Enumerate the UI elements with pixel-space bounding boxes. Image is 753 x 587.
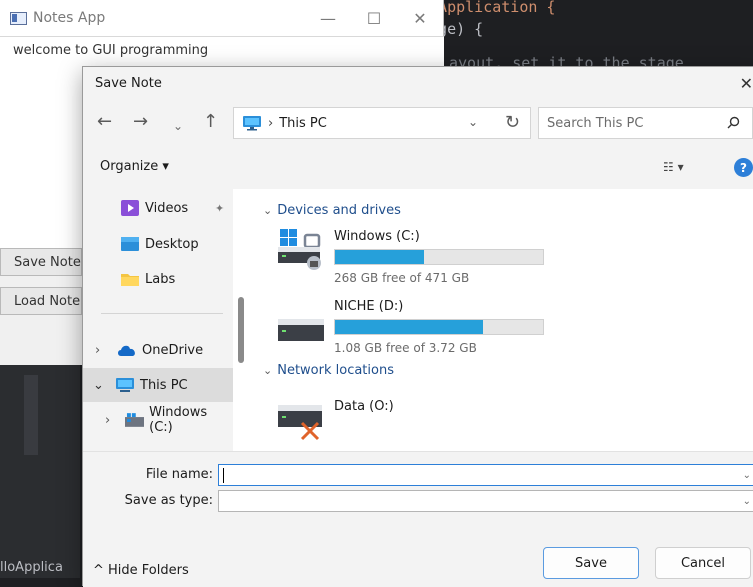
sidebar-item-label: Videos <box>145 200 189 216</box>
videos-folder-icon <box>121 200 139 216</box>
chevron-down-icon: ⌄ <box>263 364 273 377</box>
minimize-button[interactable]: — <box>305 0 351 36</box>
desktop-folder-icon <box>121 237 139 251</box>
maximize-button[interactable]: ☐ <box>351 0 397 36</box>
navigation-bar: ← → ⌄ ↑ › This PC ⌄ ↻ Search This PC <box>83 99 753 147</box>
pin-icon[interactable]: ✦ <box>215 202 224 215</box>
save-button[interactable]: Save <box>543 547 639 579</box>
close-button[interactable]: ✕ <box>397 0 443 36</box>
search-placeholder: Search This PC <box>547 115 644 131</box>
hide-folders-button[interactable]: ^ Hide Folders <box>93 563 189 578</box>
ide-tab-text: lloApplica <box>0 560 63 575</box>
recent-locations-button[interactable]: ⌄ <box>173 115 183 137</box>
drive-free-space: 1.08 GB free of 3.72 GB <box>334 341 477 355</box>
drive-name: Windows (C:) <box>334 229 420 244</box>
sidebar-item-label: This PC <box>140 377 188 393</box>
collapse-icon[interactable]: ⌄ <box>93 378 115 393</box>
drive-item[interactable]: Windows (C:) 268 GB free of 471 GB <box>278 229 738 297</box>
file-name-label: File name: <box>145 467 213 482</box>
save-as-type-label: Save as type: <box>124 493 213 508</box>
drive-name: Data (O:) <box>334 399 394 414</box>
address-bar[interactable]: › This PC ⌄ ↻ <box>233 107 531 139</box>
up-button[interactable]: ↑ <box>203 111 218 133</box>
back-button[interactable]: ← <box>97 111 112 133</box>
ide-gutter <box>0 365 80 578</box>
expand-icon[interactable]: › <box>95 343 117 358</box>
search-input[interactable]: Search This PC <box>538 107 753 139</box>
folder-icon <box>121 274 139 286</box>
sidebar-item-label: OneDrive <box>142 342 204 358</box>
monitor-icon <box>243 116 261 131</box>
sidebar-scrollbar[interactable] <box>238 297 244 363</box>
save-dialog: Save Note ✕ ← → ⌄ ↑ › This PC ⌄ ↻ Search… <box>82 66 753 587</box>
command-bar: Organize ▾ ☷ ▾ ? <box>83 147 753 189</box>
address-dropdown-icon[interactable]: ⌄ <box>468 115 478 129</box>
dialog-close-button[interactable]: ✕ <box>740 67 753 99</box>
sidebar-item-label: Windows (C:) <box>149 405 208 435</box>
text-caret <box>223 467 224 483</box>
sidebar-item-videos[interactable]: Videos ✦ <box>83 191 233 225</box>
sidebar-item-labs[interactable]: Labs <box>83 262 233 296</box>
drive-usage-fill <box>335 250 425 264</box>
window-controls: — ☐ ✕ <box>305 0 443 36</box>
search-icon[interactable] <box>727 116 740 129</box>
notes-text-content: welcome to GUI programming <box>13 43 209 58</box>
chevron-down-icon: ⌄ <box>263 204 273 217</box>
windows-drive-icon <box>124 413 145 427</box>
sidebar-item-onedrive[interactable]: › OneDrive <box>83 333 233 367</box>
drive-usage-fill <box>335 320 483 334</box>
dialog-title-bar[interactable]: Save Note <box>83 67 753 99</box>
save-note-button[interactable]: Save Note <box>0 248 82 276</box>
forward-button[interactable]: → <box>133 111 148 133</box>
sidebar-item-label: Labs <box>145 271 176 287</box>
drive-usage-bar <box>334 249 544 265</box>
expand-icon[interactable]: › <box>105 413 125 428</box>
sidebar-item-desktop[interactable]: Desktop <box>83 227 233 261</box>
monitor-icon <box>116 378 134 392</box>
dialog-footer: File name: ⌄ Save as type: ⌄ ^ Hide Fold… <box>83 451 753 587</box>
drive-usage-bar <box>334 319 544 335</box>
notes-window-title: Notes App <box>33 10 106 26</box>
network-group-header[interactable]: ⌄ Network locations <box>263 363 394 378</box>
sidebar-item-this-pc[interactable]: ⌄ This PC <box>83 368 233 402</box>
organize-button[interactable]: Organize ▾ <box>100 159 169 174</box>
cancel-button[interactable]: Cancel <box>655 547 751 579</box>
chevron-down-icon[interactable]: ⌄ <box>743 470 751 481</box>
file-name-input[interactable]: ⌄ <box>218 464 753 486</box>
onedrive-cloud-icon <box>118 345 135 356</box>
help-icon[interactable]: ? <box>734 158 753 177</box>
address-location[interactable]: This PC <box>279 116 327 131</box>
view-options-icon[interactable]: ☷ ▾ <box>663 160 684 174</box>
address-separator: › <box>268 115 274 131</box>
refresh-icon[interactable]: ↻ <box>505 112 520 133</box>
file-list-pane[interactable]: ⌄ Devices and drives Windows (C:) 268 GB … <box>253 189 753 451</box>
devices-group-header[interactable]: ⌄ Devices and drives <box>263 203 401 218</box>
load-note-button[interactable]: Load Note <box>0 287 82 315</box>
navigation-pane[interactable]: Videos ✦ Desktop Labs › OneDrive ⌄ This … <box>83 189 233 451</box>
drive-free-space: 268 GB free of 471 GB <box>334 271 470 285</box>
windows-drive-icon <box>278 229 321 270</box>
dialog-title: Save Note <box>95 75 162 91</box>
window-app-icon <box>10 11 27 25</box>
drive-name: NICHE (D:) <box>334 299 404 314</box>
disconnected-network-drive-icon <box>278 405 322 441</box>
chevron-down-icon[interactable]: ⌄ <box>743 496 751 507</box>
sidebar-item-label: Desktop <box>145 236 199 252</box>
save-as-type-select[interactable]: ⌄ <box>218 490 753 512</box>
drive-icon <box>278 319 324 341</box>
sidebar-item-windows-c[interactable]: › Windows (C:) <box>83 403 233 437</box>
sidebar-divider <box>101 313 223 314</box>
drive-item[interactable]: NICHE (D:) 1.08 GB free of 3.72 GB <box>278 299 738 367</box>
